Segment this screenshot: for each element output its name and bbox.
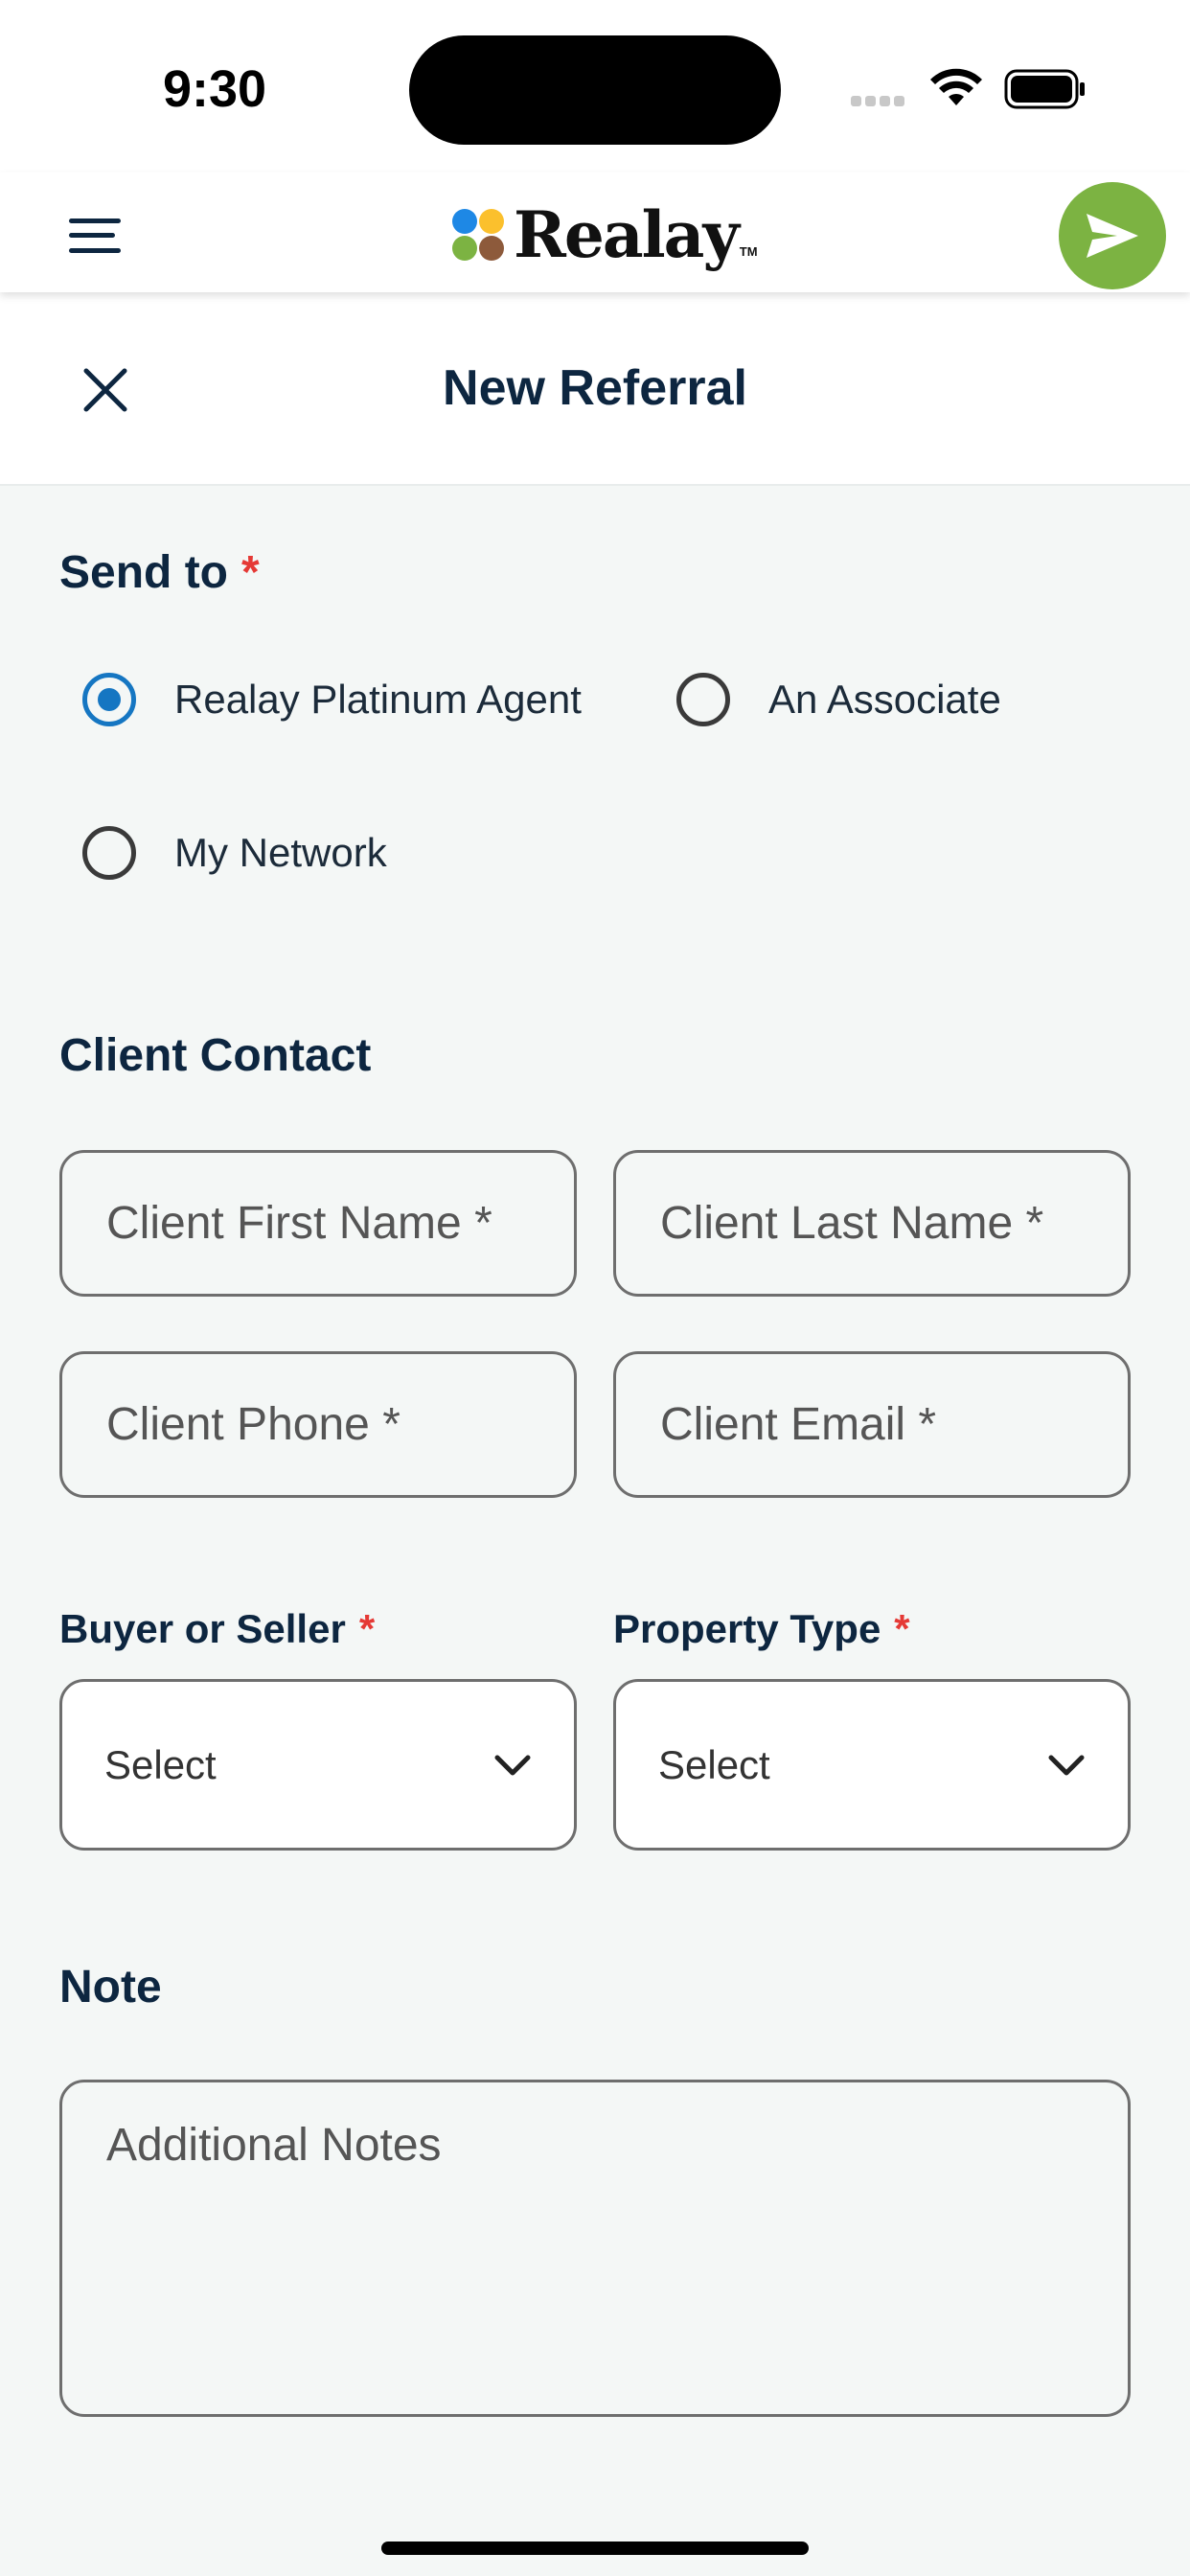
cellular-signal-icon [851,94,912,106]
chevron-down-icon [1048,1755,1085,1775]
radio-selected-icon [82,673,136,726]
radio-my-network[interactable]: My Network [82,826,387,880]
client-last-name-input[interactable] [616,1153,1128,1294]
property-type-heading: Property Type * [613,1606,910,1652]
send-to-label: Send to [59,547,228,598]
battery-icon [1004,69,1085,109]
radio-realay-platinum-agent[interactable]: Realay Platinum Agent [82,673,582,726]
client-email-input[interactable] [616,1354,1128,1495]
property-type-value: Select [658,1741,770,1787]
client-first-name-field[interactable] [59,1150,577,1297]
required-mark: * [894,1606,910,1651]
logo-dots [450,207,506,263]
realay-logo: Realay TM [450,197,758,272]
property-type-select[interactable]: Select [613,1679,1131,1851]
additional-notes-textarea[interactable] [62,2082,1128,2414]
note-heading: Note [59,1962,162,2012]
additional-notes-field[interactable] [59,2080,1131,2417]
radio-unselected-icon [676,673,730,726]
form-header: New Referral [0,292,1190,486]
send-icon [1087,214,1138,258]
status-time: 9:30 [163,60,267,118]
logo-trademark: TM [739,244,758,259]
radio-label: An Associate [768,677,1001,722]
buyer-or-seller-value: Select [104,1741,217,1787]
client-phone-field[interactable] [59,1351,577,1498]
radio-an-associate[interactable]: An Associate [676,673,1001,726]
buyer-or-seller-select[interactable]: Select [59,1679,577,1851]
client-last-name-field[interactable] [613,1150,1131,1297]
home-indicator[interactable] [381,2542,809,2555]
client-phone-input[interactable] [62,1354,574,1495]
radio-unselected-icon [82,826,136,880]
property-type-label: Property Type [613,1606,881,1651]
send-to-heading: Send to * [59,546,260,599]
send-referral-button[interactable] [1059,182,1166,289]
required-mark: * [241,547,260,598]
menu-icon[interactable] [67,217,125,255]
buyer-or-seller-heading: Buyer or Seller * [59,1606,375,1652]
buyer-or-seller-label: Buyer or Seller [59,1606,346,1651]
status-bar: 9:30 [0,0,1190,172]
dynamic-island [409,35,781,145]
required-mark: * [358,1606,376,1651]
chevron-down-icon [494,1755,531,1775]
wifi-icon [930,68,982,105]
page-title: New Referral [443,360,747,416]
client-contact-heading: Client Contact [59,1030,372,1081]
radio-label: My Network [174,830,387,875]
client-first-name-input[interactable] [62,1153,574,1294]
client-email-field[interactable] [613,1351,1131,1498]
radio-label: Realay Platinum Agent [174,677,582,722]
logo-text: Realay [514,197,740,272]
app-header: Realay TM [0,172,1190,292]
